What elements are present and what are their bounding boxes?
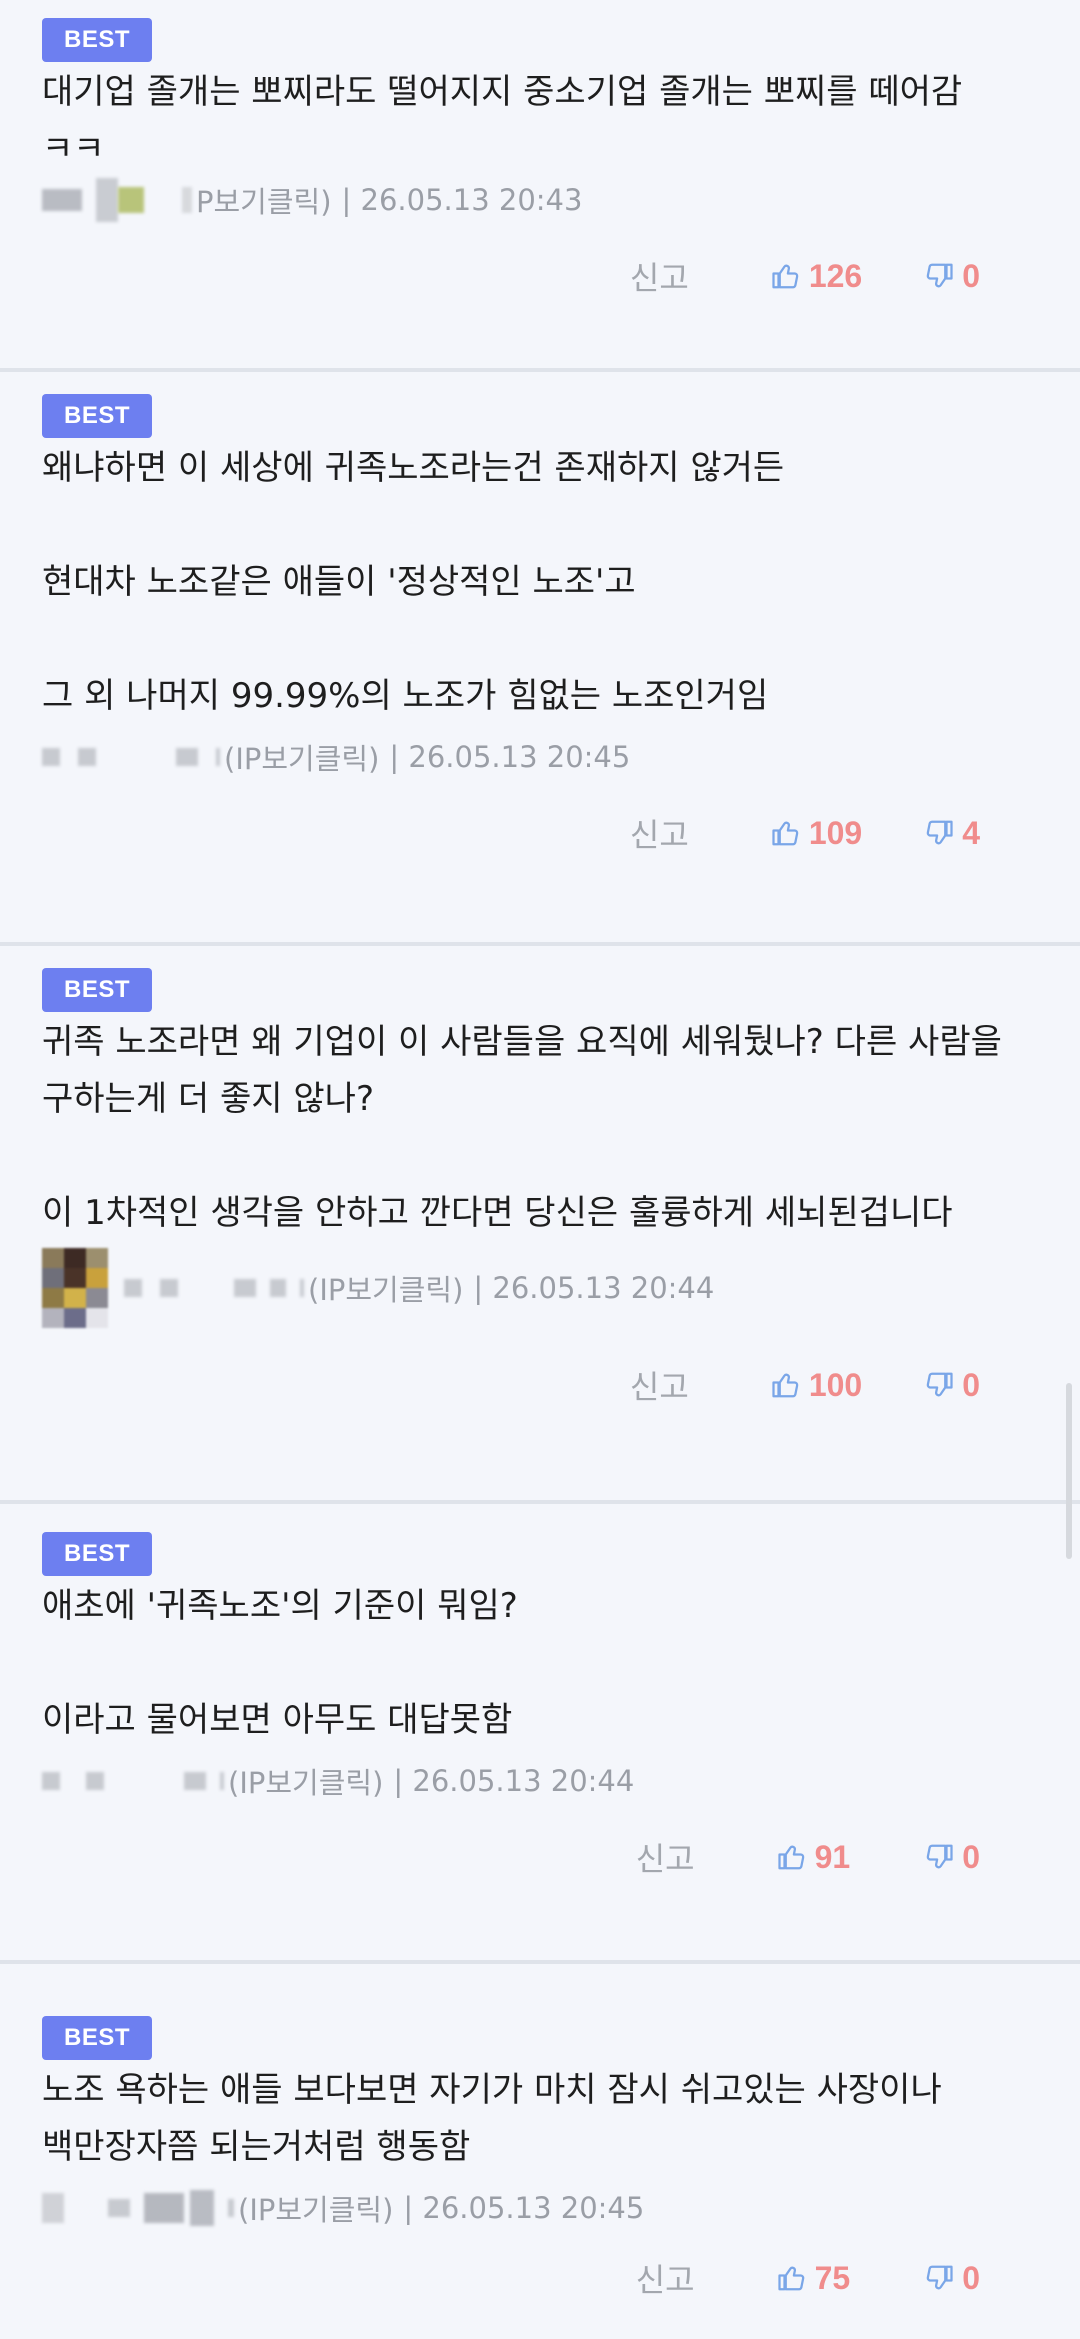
comment-meta: P보기클릭) | 26.05.13 20:43 (42, 172, 1038, 228)
comment-actions: 신고 91 0 (42, 1809, 1038, 1905)
thumbs-up-icon (777, 2266, 804, 2291)
comment-meta: (IP보기클릭) | 26.05.13 20:44 (42, 1246, 1038, 1330)
dislike-count: 0 (962, 257, 980, 294)
like-button[interactable]: 75 (777, 2259, 851, 2297)
author-name-blurred[interactable] (42, 748, 220, 766)
dislike-button[interactable]: 0 (924, 1367, 980, 1404)
thumbs-down-icon (926, 2265, 953, 2290)
comment-text: 왜냐하면 이 세상에 귀족노조라는건 존재하지 않거든 현대차 노조같은 애들이… (42, 448, 785, 716)
dislike-count: 0 (962, 1366, 980, 1403)
report-button[interactable]: 신고 (630, 253, 689, 299)
avatar[interactable] (42, 1248, 108, 1328)
best-badge: BEST (42, 968, 153, 1012)
comment-text: 애초에 '귀족노조'의 기준이 뭐임? 이라고 물어보면 아무도 대답못함 (42, 1586, 518, 1740)
ip-view-link[interactable]: (IP보기클릭) (308, 1267, 463, 1309)
author-name-blurred[interactable] (124, 1279, 304, 1297)
best-badge: BEST (42, 18, 153, 62)
author-name-blurred[interactable] (42, 178, 192, 222)
comment-item: BEST 대기업 졸개는 뽀찌라도 떨어지지 중소기업 졸개는 뽀찌를 떼어감 … (0, 0, 1080, 372)
like-count: 109 (808, 814, 863, 851)
thumbs-up-icon (772, 264, 799, 289)
scrollbar[interactable] (1066, 1383, 1072, 1559)
comment-item: BEST 왜냐하면 이 세상에 귀족노조라는건 존재하지 않거든 현대차 노조같… (0, 372, 1080, 946)
comment-meta: (IP보기클릭) | 26.05.13 20:45 (42, 729, 1038, 785)
report-button[interactable]: 신고 (636, 1834, 695, 1880)
like-count: 91 (814, 1838, 851, 1875)
ip-view-link[interactable]: (IP보기클릭) (224, 736, 379, 778)
thumbs-down-icon (926, 820, 953, 845)
dislike-button[interactable]: 0 (924, 258, 980, 295)
thumbs-down-icon (926, 1372, 953, 1397)
comment-item: BEST 귀족 노조라면 왜 기업이 이 사람들을 요직에 세워뒀나? 다른 사… (0, 946, 1080, 1504)
best-badge: BEST (42, 2016, 153, 2060)
dislike-button[interactable]: 4 (924, 815, 980, 852)
dislike-count: 0 (962, 1838, 980, 1875)
best-badge: BEST (42, 1532, 153, 1576)
thumbs-down-icon (926, 1844, 953, 1869)
dislike-button[interactable]: 0 (924, 1839, 980, 1876)
ip-view-link[interactable]: (IP보기클릭) (228, 1760, 383, 1802)
author-name-blurred[interactable] (42, 2190, 234, 2226)
comment-meta: (IP보기클릭) | 26.05.13 20:44 (42, 1753, 1038, 1809)
comment-meta: (IP보기클릭) | 26.05.13 20:45 (42, 2180, 1038, 2236)
comment-date: | 26.05.13 20:44 (473, 1271, 715, 1305)
like-button[interactable]: 126 (771, 258, 862, 295)
comment-date: | 26.05.13 20:44 (393, 1764, 635, 1798)
comment-date: | 26.05.13 20:45 (403, 2191, 645, 2225)
comment-actions: 신고 126 0 (42, 228, 1038, 324)
report-button[interactable]: 신고 (630, 1362, 689, 1408)
comment-date: | 26.05.13 20:45 (389, 740, 631, 774)
comment-item: BEST 노조 욕하는 애들 보다보면 자기가 마치 잠시 쉬고있는 사장이나 … (0, 1964, 1080, 2339)
ip-view-link[interactable]: P보기클릭) (196, 179, 332, 221)
like-count: 75 (814, 2259, 851, 2296)
comment-actions: 신고 75 0 (42, 2236, 1038, 2320)
thumbs-up-icon (777, 1845, 804, 1870)
dislike-count: 4 (962, 814, 980, 851)
like-button[interactable]: 91 (777, 1838, 851, 1876)
author-name-blurred[interactable] (42, 1772, 224, 1790)
report-button[interactable]: 신고 (636, 2255, 695, 2301)
like-button[interactable]: 109 (771, 815, 862, 852)
ip-view-link[interactable]: (IP보기클릭) (238, 2187, 393, 2229)
thumbs-up-icon (772, 821, 799, 846)
like-button[interactable]: 100 (771, 1367, 862, 1404)
comment-text: 귀족 노조라면 왜 기업이 이 사람들을 요직에 세워뒀나? 다른 사람을 구하… (42, 1022, 1002, 1233)
comment-item: BEST 애초에 '귀족노조'의 기준이 뭐임? 이라고 물어보면 아무도 대답… (0, 1504, 1080, 1964)
comment-actions: 신고 109 4 (42, 785, 1038, 881)
comment-text: 대기업 졸개는 뽀찌라도 떨어지지 중소기업 졸개는 뽀찌를 떼어감 ㅋㅋ (42, 72, 963, 169)
like-count: 126 (808, 257, 863, 294)
like-count: 100 (808, 1366, 863, 1403)
dislike-count: 0 (962, 2259, 980, 2296)
comment-date: | 26.05.13 20:43 (341, 183, 583, 217)
thumbs-up-icon (772, 1373, 799, 1398)
thumbs-down-icon (926, 263, 953, 288)
report-button[interactable]: 신고 (630, 810, 689, 856)
dislike-button[interactable]: 0 (924, 2260, 980, 2297)
comment-text: 노조 욕하는 애들 보다보면 자기가 마치 잠시 쉬고있는 사장이나 백만장자쯤… (42, 2070, 953, 2167)
best-badge: BEST (42, 394, 153, 438)
comment-actions: 신고 100 0 (42, 1330, 1038, 1440)
